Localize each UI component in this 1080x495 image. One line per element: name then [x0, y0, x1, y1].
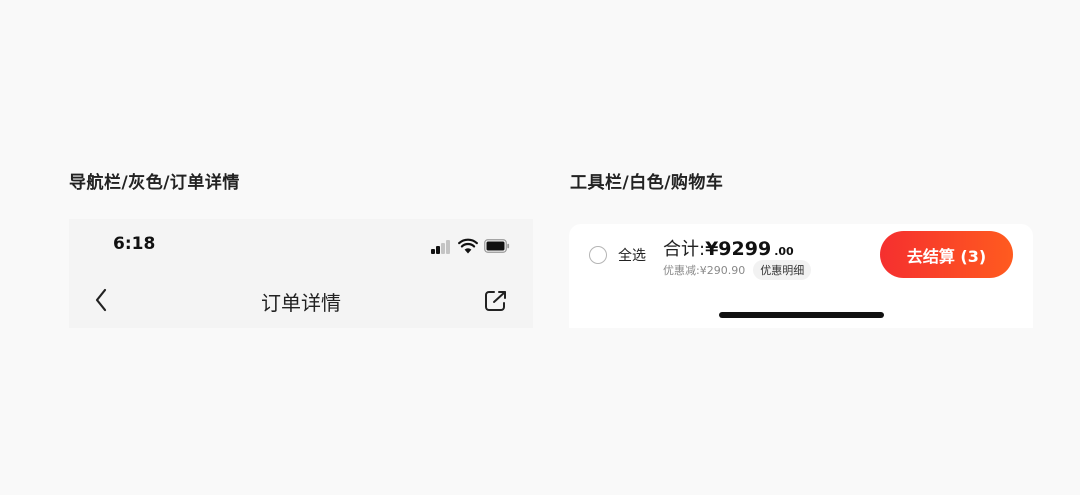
checkout-button[interactable]: 去结算 (3) [880, 231, 1013, 278]
wifi-icon [458, 238, 478, 254]
select-all-label: 全选 [618, 248, 646, 264]
section-label-toolbar: 工具栏/白色/购物车 [570, 173, 724, 193]
total-price: 合计: ¥9299 .00 [663, 235, 794, 261]
status-bar-time: 6:18 [113, 234, 156, 254]
select-all-toggle[interactable]: 全选 [589, 244, 646, 266]
section-label-navbar: 导航栏/灰色/订单详情 [69, 173, 240, 193]
battery-icon [484, 239, 510, 253]
total-amount-decimal: .00 [774, 245, 794, 258]
home-indicator [719, 312, 884, 318]
navigation-bar: 6:18 订单详情 [69, 219, 533, 328]
page-title: 订单详情 [261, 291, 341, 315]
discount-amount: 优惠减:¥290.90 [663, 264, 746, 277]
discount-row: 优惠减:¥290.90 优惠明细 [663, 260, 812, 280]
share-icon[interactable] [483, 289, 509, 313]
discount-detail-button[interactable]: 优惠明细 [753, 260, 812, 280]
total-amount: ¥9299 [705, 238, 772, 260]
total-label: 合计: [663, 239, 706, 260]
select-all-radio[interactable] [589, 246, 607, 264]
cart-toolbar: 全选 合计: ¥9299 .00 优惠减:¥290.90 优惠明细 去结算 (3… [569, 224, 1033, 328]
signal-icon [431, 240, 453, 254]
